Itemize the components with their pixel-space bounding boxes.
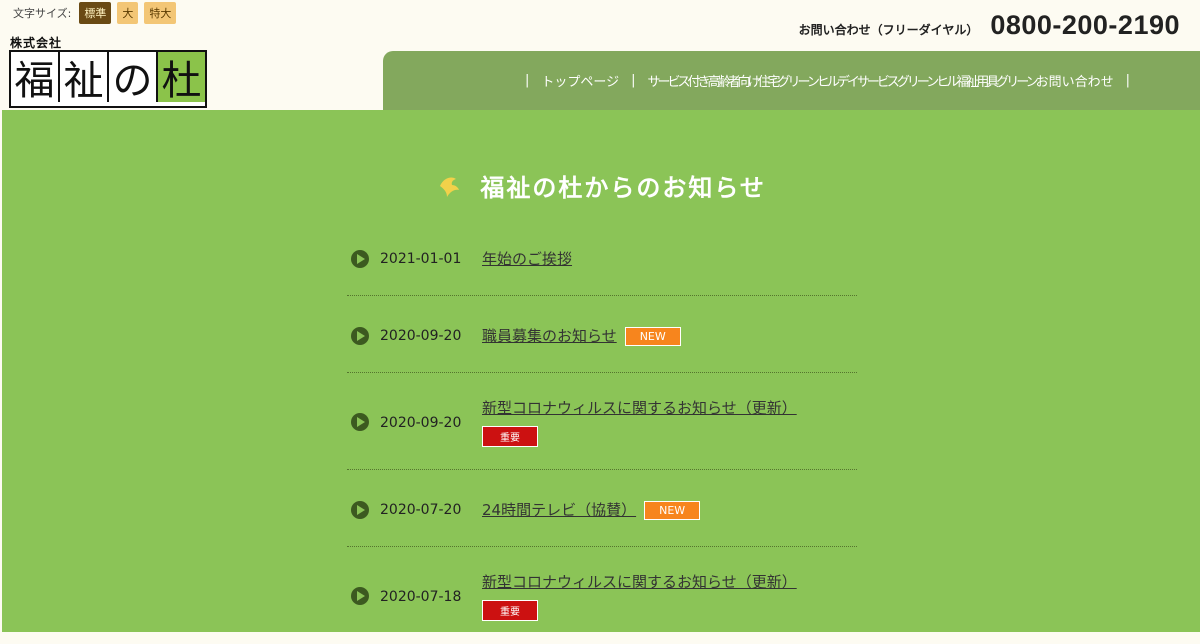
play-icon (351, 587, 369, 605)
news-date: 2020-09-20 (380, 328, 462, 344)
new-badge: NEW (624, 327, 681, 346)
news-link[interactable]: 24時間テレビ（協賛） (482, 501, 636, 519)
nav-item-welfare-equipment[interactable]: 福祉用具 (956, 71, 999, 90)
nav-item-contact[interactable]: お問い合わせ (1036, 71, 1114, 90)
contact-info: お問い合わせ（フリーダイヤル） 0800-200-2190 (799, 10, 1180, 41)
news-date: 2021-01-01 (380, 251, 462, 267)
nav-item-green-hill[interactable]: グリーンヒル (897, 71, 959, 90)
logo-char: 祉 (60, 52, 109, 104)
nav-item-top[interactable]: トップページ (541, 71, 619, 90)
section-title-text: 福祉の杜からのお知らせ (480, 174, 766, 202)
news-date: 2020-07-18 (380, 589, 462, 605)
news-item: 2021-01-01 年始のご挨拶 (347, 218, 857, 296)
font-size-switcher: 文字サイズ: 標準 大 特大 (13, 2, 177, 24)
play-icon (351, 413, 369, 431)
news-section: 福祉の杜からのお知らせ 2021-01-01 年始のご挨拶 2020-09-20… (2, 110, 1200, 632)
phone-number[interactable]: 0800-200-2190 (990, 10, 1180, 41)
font-size-xlarge-button[interactable]: 特大 (144, 2, 177, 24)
news-link[interactable]: 新型コロナウィルスに関するお知らせ（更新） (482, 573, 797, 591)
logo-char: 杜 (158, 52, 205, 104)
section-title: 福祉の杜からのお知らせ (2, 168, 1200, 205)
news-item: 2020-09-20 職員募集のお知らせ NEW (347, 296, 857, 373)
font-size-large-button[interactable]: 大 (117, 2, 139, 24)
logo-char: 福 (11, 52, 60, 104)
news-item: 2020-07-20 24時間テレビ（協賛） NEW (347, 470, 857, 547)
global-nav: | トップページ | サービス付き高齢者向け住宅グリーンヒル デイサービス グリーン… (383, 51, 1200, 110)
news-date: 2020-09-20 (380, 415, 462, 431)
news-list: 2021-01-01 年始のご挨拶 2020-09-20 職員募集のお知らせ NE… (347, 218, 857, 644)
nav-item-service-housing[interactable]: サービス付き高齢者向け住宅グリーンヒル (648, 71, 840, 90)
news-date: 2020-07-20 (380, 502, 462, 518)
news-link[interactable]: 新型コロナウィルスに関するお知らせ（更新） (482, 399, 797, 417)
play-icon (351, 501, 369, 519)
play-icon (351, 327, 369, 345)
bird-icon (436, 173, 462, 205)
nav-item-green[interactable]: グリーン (996, 71, 1038, 90)
site-header: 文字サイズ: 標準 大 特大 株式会社 福 祉 の 杜 お問い合わせ（フリーダイ… (0, 0, 1200, 110)
contact-label: お問い合わせ（フリーダイヤル） (798, 23, 979, 37)
news-item: 2020-09-20 新型コロナウィルスに関するお知らせ（更新） 重要 (347, 373, 857, 470)
important-badge: 重要 (482, 600, 538, 621)
nav-item-day-service[interactable]: デイサービス (837, 71, 900, 90)
news-link[interactable]: 職員募集のお知らせ (482, 327, 617, 345)
important-badge: 重要 (482, 426, 538, 447)
news-link[interactable]: 年始のご挨拶 (482, 250, 572, 268)
play-icon (351, 250, 369, 268)
font-size-standard-button[interactable]: 標準 (79, 2, 112, 24)
font-size-label: 文字サイズ: (13, 7, 72, 20)
site-logo[interactable]: 福 祉 の 杜 (9, 50, 207, 108)
news-item: 2020-07-18 新型コロナウィルスに関するお知らせ（更新） 重要 (347, 547, 857, 644)
logo-char: の (109, 52, 158, 104)
new-badge: NEW (644, 501, 701, 520)
